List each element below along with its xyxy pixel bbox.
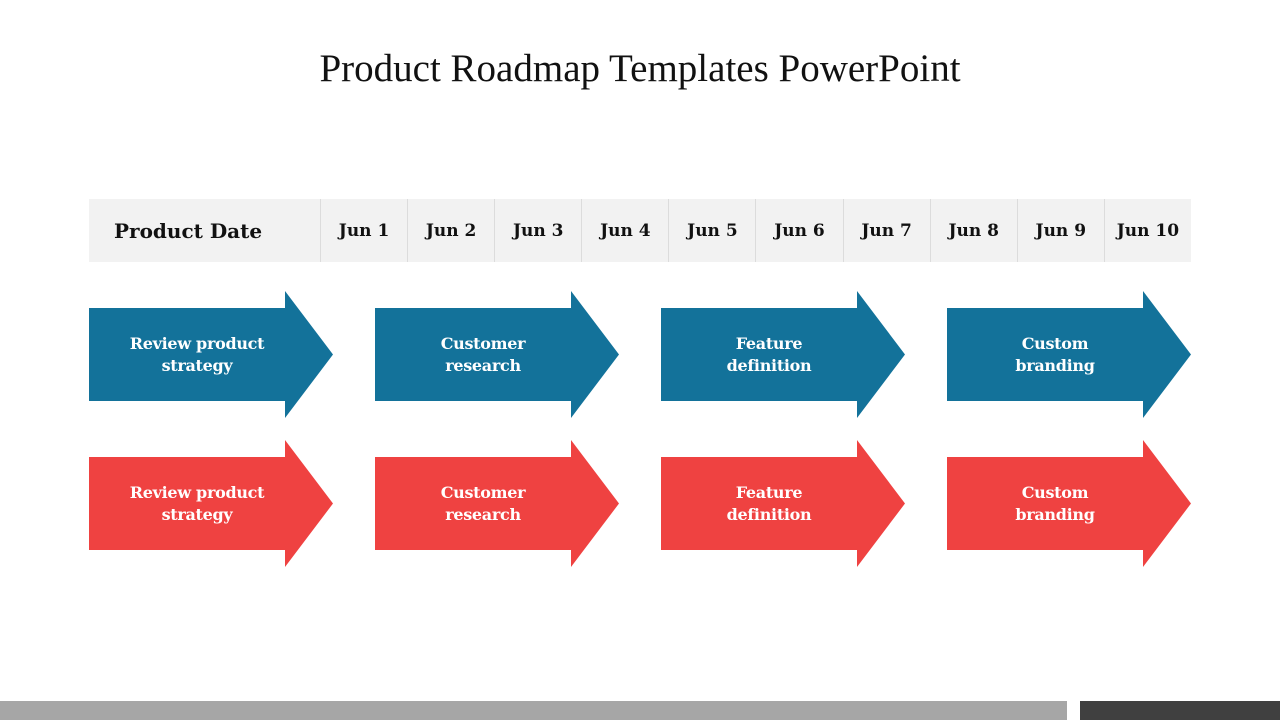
arrow-label-line: branding (1015, 355, 1095, 375)
arrow-label: Review product strategy (89, 291, 305, 418)
arrow-label-line: strategy (161, 355, 233, 375)
arrow-label: Feature definition (661, 440, 877, 567)
roadmap-arrow-red: Customer research (375, 440, 619, 567)
arrow-label-line: Custom (1021, 333, 1089, 353)
date-cell: Jun 4 (581, 199, 668, 262)
footer-bar-dark (1080, 701, 1280, 720)
arrow-label-line: Customer (440, 482, 526, 502)
arrow-label-line: Custom (1021, 482, 1089, 502)
roadmap-arrow-blue: Review product strategy (89, 291, 333, 418)
arrow-label: Customer research (375, 291, 591, 418)
date-cell: Jun 1 (320, 199, 407, 262)
arrow-label-line: research (445, 504, 521, 524)
date-cell: Jun 6 (755, 199, 842, 262)
slide-title: Product Roadmap Templates PowerPoint (319, 47, 961, 90)
footer-bar-gray (0, 701, 1067, 720)
date-cell: Jun 7 (842, 199, 930, 262)
roadmap-arrow-red: Feature definition (661, 440, 905, 567)
date-cell: Jun 8 (929, 199, 1017, 262)
arrow-label-line: Review product (129, 482, 265, 502)
arrow-label: Review product strategy (89, 440, 305, 567)
header-label: Product Date (114, 218, 263, 243)
date-cell: Jun 5 (668, 199, 755, 262)
arrow-label: Custom branding (947, 291, 1163, 418)
arrow-label: Feature definition (661, 291, 877, 418)
roadmap-arrow-blue: Custom branding (947, 291, 1191, 418)
arrow-label: Custom branding (947, 440, 1163, 567)
arrow-label-line: research (445, 355, 521, 375)
date-cell: Jun 10 (1103, 199, 1191, 262)
roadmap-arrow-blue: Customer research (375, 291, 619, 418)
arrow-label-line: Feature (735, 333, 803, 353)
arrow-label-line: definition (726, 504, 812, 524)
date-cell: Jun 3 (494, 199, 581, 262)
date-header-row: Product Date Jun 1 Jun 2 Jun 3 Jun 4 Jun… (89, 199, 1191, 262)
date-cell: Jun 2 (407, 199, 494, 262)
roadmap-arrow-blue: Feature definition (661, 291, 905, 418)
arrow-label: Customer research (375, 440, 591, 567)
roadmap-arrow-red: Custom branding (947, 440, 1191, 567)
arrow-label-line: strategy (161, 504, 233, 524)
arrow-label-line: Review product (129, 333, 265, 353)
arrow-label-line: Feature (735, 482, 803, 502)
date-cell: Jun 9 (1016, 199, 1104, 262)
arrow-label-line: Customer (440, 333, 526, 353)
arrow-label-line: definition (726, 355, 812, 375)
roadmap-arrow-red: Review product strategy (89, 440, 333, 567)
arrow-label-line: branding (1015, 504, 1095, 524)
